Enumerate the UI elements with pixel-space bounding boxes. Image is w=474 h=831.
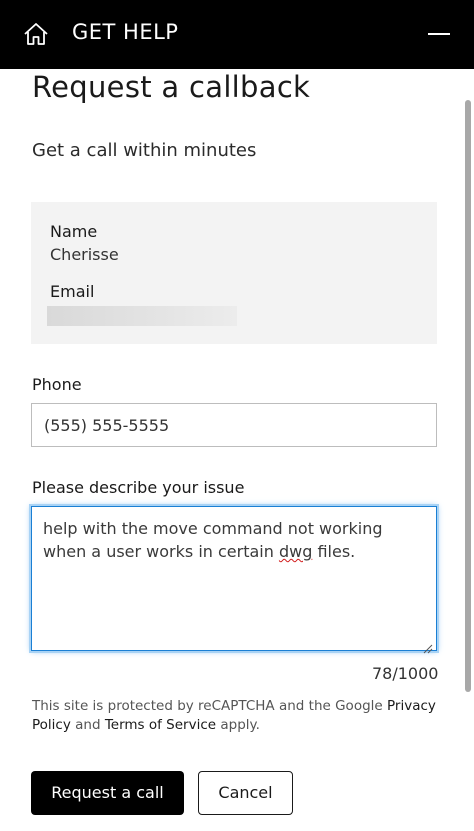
misspelled-word: dwg	[278, 542, 313, 561]
recaptcha-notice: This site is protected by reCAPTCHA and …	[32, 697, 442, 735]
scrollbar[interactable]	[464, 96, 472, 696]
minus-icon	[428, 33, 450, 35]
name-value: Cherisse	[50, 245, 119, 264]
terms-of-service-link[interactable]: Terms of Service	[105, 717, 216, 733]
top-header: GET HELP	[0, 0, 474, 69]
contact-info-box: Name Cherisse Email	[31, 202, 437, 344]
header-title: GET HELP	[72, 20, 179, 44]
character-counter: 78/1000	[372, 664, 439, 683]
request-call-button[interactable]: Request a call	[31, 771, 184, 815]
recaptcha-prefix: This site is protected by reCAPTCHA and …	[32, 698, 387, 714]
recaptcha-suffix: apply.	[216, 717, 260, 733]
name-label: Name	[50, 222, 98, 241]
scrollbar-thumb[interactable]	[465, 100, 471, 692]
phone-label: Phone	[32, 375, 82, 394]
issue-textarea[interactable]: help with the move command not working w…	[31, 506, 437, 654]
phone-input[interactable]: (555) 555-5555	[31, 403, 437, 447]
home-icon[interactable]	[22, 21, 50, 47]
menu-toggle-button[interactable]	[426, 24, 452, 44]
issue-text-end: files.	[312, 542, 356, 561]
recaptcha-and: and	[70, 717, 105, 733]
page-title: Request a callback	[32, 70, 311, 104]
email-value-redacted	[47, 306, 237, 326]
issue-label: Please describe your issue	[32, 478, 245, 497]
resize-grip-icon[interactable]	[423, 637, 433, 654]
email-label: Email	[50, 282, 95, 301]
page-subtitle: Get a call within minutes	[32, 140, 257, 161]
cancel-button[interactable]: Cancel	[198, 771, 293, 815]
